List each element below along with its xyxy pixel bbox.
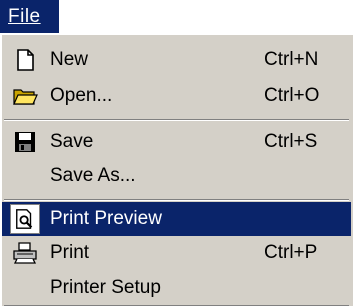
printer-icon bbox=[13, 242, 37, 264]
menu-item-print-preview[interactable]: Print Preview bbox=[2, 202, 351, 236]
menu-item-printer-setup[interactable]: Printer Setup bbox=[2, 271, 351, 305]
menu-item-save-as[interactable]: Save As... bbox=[2, 159, 351, 193]
menu-separator bbox=[4, 199, 349, 201]
menu-item-open-label: Open... bbox=[50, 85, 113, 106]
menu-item-open-shortcut: Ctrl+O bbox=[264, 85, 320, 106]
menu-item-new[interactable]: New Ctrl+N bbox=[2, 43, 351, 77]
menu-item-print-label: Print bbox=[50, 242, 90, 263]
menu-item-save-as-label: Save As... bbox=[50, 165, 136, 186]
menu-item-open[interactable]: Open... Ctrl+O bbox=[2, 79, 351, 113]
menu-item-save-label: Save bbox=[50, 131, 94, 152]
menu-item-print-shortcut: Ctrl+P bbox=[264, 242, 318, 263]
folder-open-icon bbox=[13, 89, 38, 105]
new-document-icon bbox=[17, 49, 34, 71]
floppy-disk-icon bbox=[15, 132, 35, 152]
file-menu-label: File bbox=[8, 6, 41, 27]
print-preview-icon bbox=[16, 209, 33, 229]
file-menu-title[interactable]: File bbox=[0, 0, 59, 33]
menu-item-print[interactable]: Print Ctrl+P bbox=[2, 236, 351, 270]
menu-item-new-label: New bbox=[50, 49, 89, 70]
menu-bar: File bbox=[0, 0, 353, 35]
menu-item-new-shortcut: Ctrl+N bbox=[264, 49, 319, 70]
file-dropdown-menu: New Ctrl+N Open... Ctrl+O Save Ctrl+S Sa… bbox=[0, 33, 353, 307]
menu-item-printer-setup-label: Printer Setup bbox=[50, 277, 161, 298]
menu-item-save-shortcut: Ctrl+S bbox=[264, 131, 318, 152]
menu-item-save[interactable]: Save Ctrl+S bbox=[2, 125, 351, 159]
menu-separator bbox=[4, 119, 349, 121]
menu-item-print-preview-label: Print Preview bbox=[50, 208, 162, 229]
